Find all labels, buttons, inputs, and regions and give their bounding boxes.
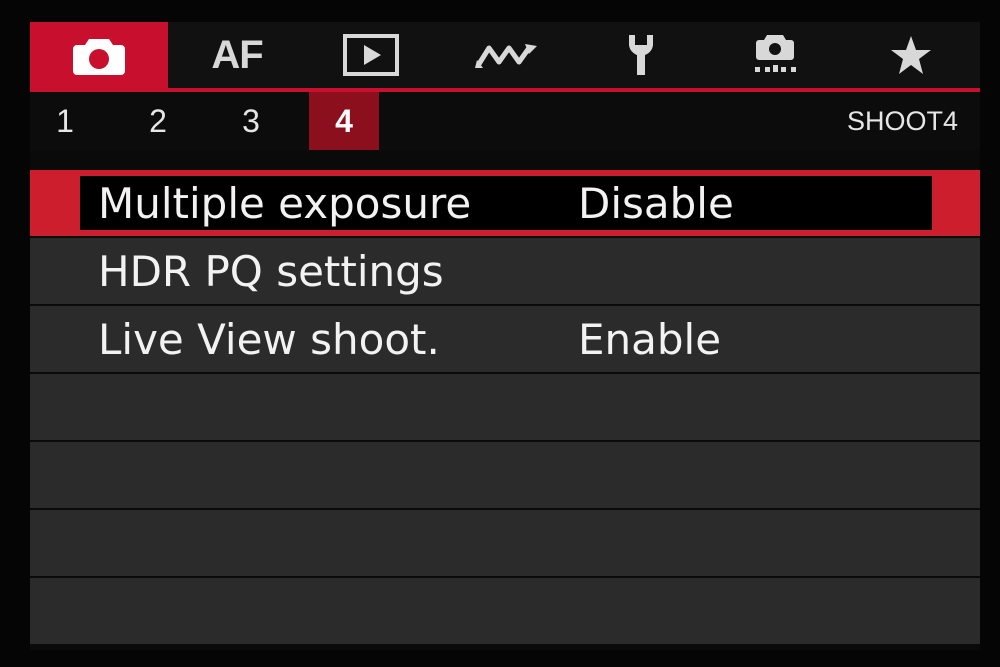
camera-icon bbox=[71, 33, 127, 77]
menu-item-empty bbox=[30, 510, 980, 576]
tab-af-label: AF bbox=[211, 32, 263, 77]
page-2-label: 2 bbox=[149, 102, 167, 139]
camera-menu-screen: AF 1 2 3 4 SHOOT4 Multiple exposure Disa… bbox=[30, 22, 980, 650]
wireless-icon bbox=[475, 40, 539, 70]
menu-item-value: Enable bbox=[578, 314, 722, 364]
menu-item-label: Multiple exposure bbox=[98, 178, 472, 228]
menu-item-value: Disable bbox=[578, 178, 734, 228]
menu-item-empty bbox=[30, 374, 980, 440]
playback-icon bbox=[343, 34, 399, 76]
page-3[interactable]: 3 bbox=[216, 92, 286, 150]
menu-item-empty bbox=[30, 578, 980, 644]
page-2[interactable]: 2 bbox=[123, 92, 193, 150]
menu-item-label: HDR PQ settings bbox=[98, 246, 444, 296]
page-1[interactable]: 1 bbox=[30, 92, 100, 150]
star-icon bbox=[889, 34, 933, 76]
wrench-icon bbox=[623, 33, 659, 77]
tab-setup[interactable] bbox=[572, 22, 710, 88]
menu-item-label: Live View shoot. bbox=[98, 314, 440, 364]
page-selector: 1 2 3 4 SHOOT4 bbox=[30, 92, 980, 150]
menu-item-live-view-shoot[interactable]: Live View shoot. Enable bbox=[30, 306, 980, 372]
menu-list: Multiple exposure Disable HDR PQ setting… bbox=[30, 170, 980, 646]
menu-section-name: SHOOT4 bbox=[846, 105, 958, 136]
page-4-label: 4 bbox=[335, 102, 353, 139]
menu-tab-bar: AF bbox=[30, 22, 980, 92]
page-3-label: 3 bbox=[242, 102, 260, 139]
tab-custom-functions[interactable] bbox=[706, 22, 844, 88]
page-4[interactable]: 4 bbox=[309, 92, 379, 150]
tab-af[interactable]: AF bbox=[168, 22, 306, 88]
tab-wireless[interactable] bbox=[438, 22, 576, 88]
menu-item-multiple-exposure[interactable]: Multiple exposure Disable bbox=[30, 170, 980, 236]
menu-item-hdr-pq-settings[interactable]: HDR PQ settings bbox=[30, 238, 980, 304]
tab-my-menu[interactable] bbox=[842, 22, 980, 88]
tab-playback[interactable] bbox=[302, 22, 440, 88]
page-1-label: 1 bbox=[56, 102, 74, 139]
menu-item-empty bbox=[30, 442, 980, 508]
custom-functions-icon bbox=[751, 31, 799, 79]
tab-shoot[interactable] bbox=[30, 22, 168, 88]
